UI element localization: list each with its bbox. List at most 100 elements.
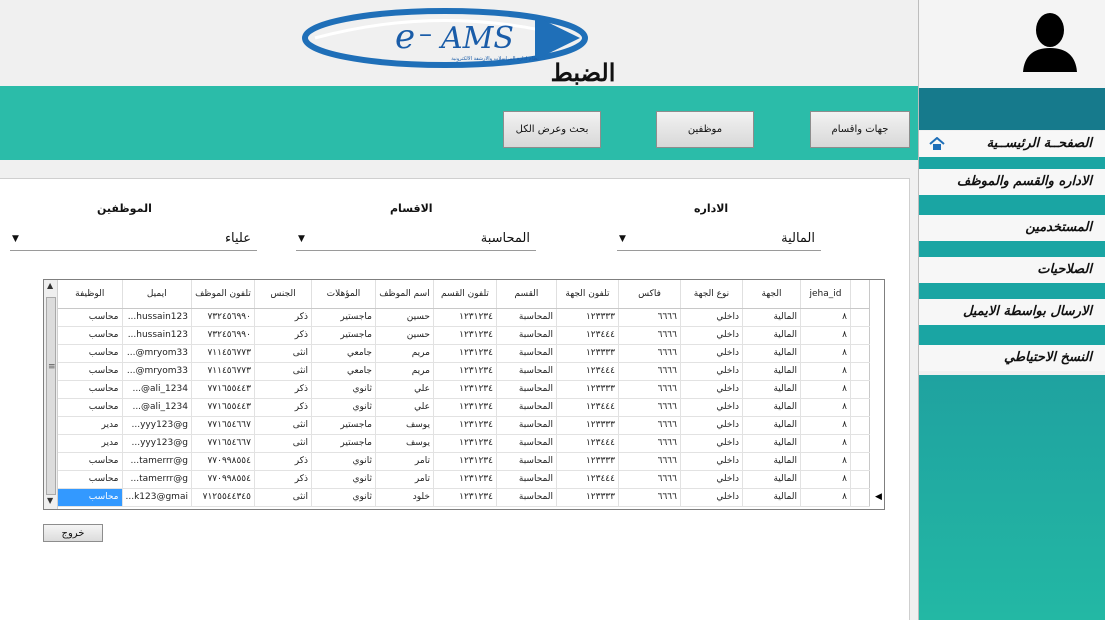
row-header[interactable] (850, 470, 870, 489)
row-header[interactable] (850, 488, 870, 507)
row-header[interactable] (850, 362, 870, 381)
column-header[interactable]: فاكس (618, 280, 681, 309)
table-cell[interactable]: مريم (375, 362, 434, 381)
table-cell[interactable]: داخلي (680, 362, 743, 381)
chevron-down-icon[interactable]: ▼ (298, 234, 305, 244)
table-cell[interactable]: ٨ (800, 362, 851, 381)
sections-combo[interactable]: المحاسبة ▼ (296, 229, 536, 251)
table-cell[interactable]: ١٢٣٣٣٣ (556, 380, 619, 399)
table-cell[interactable]: انثى (254, 362, 312, 381)
table-cell[interactable]: ١٢٣٣٣٣ (556, 344, 619, 363)
table-cell[interactable]: ماجستير (311, 416, 376, 435)
search-all-button[interactable]: بحث وعرض الكل (503, 111, 601, 148)
table-cell[interactable]: ثانوي (311, 452, 376, 471)
table-cell[interactable]: المالية (742, 452, 801, 471)
table-cell[interactable]: ...yyy123@g (122, 416, 192, 435)
scroll-thumb[interactable] (46, 297, 56, 495)
row-header[interactable] (850, 398, 870, 417)
table-cell[interactable]: ١٢٣١٢٣٤ (433, 470, 497, 489)
scroll-down-icon[interactable]: ▼ (47, 496, 53, 505)
table-row[interactable]: محاسب ...tamerrr@g ٧٧٠٩٩٨٥٥٤ ذكر ثانوي تامر ١٢… (58, 452, 870, 471)
table-cell[interactable]: ٦٦٦٦ (618, 434, 681, 453)
table-cell[interactable]: المحاسبة (496, 362, 557, 381)
table-cell[interactable]: تامر (375, 452, 434, 471)
table-cell[interactable]: ٦٦٦٦ (618, 416, 681, 435)
table-cell[interactable]: ...tamerrr@g (122, 452, 192, 471)
table-cell[interactable]: ٦٦٦٦ (618, 380, 681, 399)
table-cell[interactable]: ذكر (254, 380, 312, 399)
table-cell[interactable]: ماجستير (311, 434, 376, 453)
table-cell[interactable]: ٨ (800, 470, 851, 489)
table-cell[interactable]: المالية (742, 488, 801, 507)
table-cell[interactable]: المالية (742, 380, 801, 399)
table-cell[interactable]: ٨ (800, 326, 851, 345)
admin-combo[interactable]: المالية ▼ (617, 229, 821, 251)
table-cell[interactable]: ٧٣٢٤٥٦٩٩٠ (191, 308, 255, 327)
table-cell[interactable]: ١٢٣٤٤٤ (556, 398, 619, 417)
table-cell[interactable]: ٧٧٠٩٩٨٥٥٤ (191, 452, 255, 471)
sidebar-item-permissions[interactable]: الصلاحيات (919, 257, 1105, 283)
scroll-up-icon[interactable]: ▲ (47, 281, 53, 290)
table-cell[interactable]: المحاسبة (496, 398, 557, 417)
table-cell[interactable]: ٨ (800, 434, 851, 453)
table-cell[interactable]: ١٢٣١٢٣٤ (433, 344, 497, 363)
table-cell[interactable]: المحاسبة (496, 416, 557, 435)
table-cell[interactable]: ٧٧١٦٥٥٤٤٣ (191, 380, 255, 399)
table-cell[interactable]: داخلي (680, 344, 743, 363)
table-cell[interactable]: ذكر (254, 326, 312, 345)
sidebar-item-users[interactable]: المستخدمين (919, 215, 1105, 241)
table-cell[interactable]: محاسب (58, 380, 123, 399)
column-header[interactable]: اسم الموظف (375, 280, 434, 309)
table-cell[interactable]: ذكر (254, 398, 312, 417)
table-cell[interactable]: محاسب (58, 470, 123, 489)
row-header[interactable] (850, 344, 870, 363)
table-cell[interactable]: ...@ali_1234 (122, 380, 192, 399)
table-cell[interactable]: ١٢٣١٢٣٤ (433, 362, 497, 381)
table-cell[interactable]: يوسف (375, 416, 434, 435)
table-cell[interactable]: ١٢٣٤٤٤ (556, 326, 619, 345)
row-header[interactable] (850, 326, 870, 345)
table-cell[interactable]: ٨ (800, 416, 851, 435)
table-cell[interactable]: ١٢٣١٢٣٤ (433, 434, 497, 453)
column-header[interactable]: الجهة (742, 280, 801, 309)
table-cell[interactable]: المالية (742, 434, 801, 453)
table-cell[interactable]: ماجستير (311, 326, 376, 345)
table-cell[interactable]: محاسب (58, 398, 123, 417)
chevron-down-icon[interactable]: ▼ (619, 234, 626, 244)
table-cell[interactable]: ...@mryom33 (122, 344, 192, 363)
table-cell[interactable]: انثى (254, 434, 312, 453)
table-cell[interactable]: ...tamerrr@g (122, 470, 192, 489)
table-cell[interactable]: انثى (254, 488, 312, 507)
table-cell[interactable]: يوسف (375, 434, 434, 453)
table-row[interactable]: محاسب ...@ali_1234 ٧٧١٦٥٥٤٤٣ ذكر ثانوي علي ١٢٣… (58, 398, 870, 417)
table-cell[interactable]: ٦٦٦٦ (618, 308, 681, 327)
table-cell[interactable]: ثانوي (311, 488, 376, 507)
table-cell[interactable]: ٧٧١٦٥٤٦٦٧ (191, 416, 255, 435)
table-cell[interactable]: انثى (254, 344, 312, 363)
table-cell[interactable]: داخلي (680, 416, 743, 435)
table-cell[interactable]: محاسب (58, 326, 123, 345)
column-header[interactable]: القسم (496, 280, 557, 309)
table-cell[interactable]: ١٢٣١٢٣٤ (433, 398, 497, 417)
row-header[interactable] (850, 452, 870, 471)
table-cell[interactable]: ٧١١٤٥٦٧٧٣ (191, 362, 255, 381)
table-cell[interactable]: محاسب (58, 452, 123, 471)
table-cell[interactable]: داخلي (680, 434, 743, 453)
table-cell[interactable]: ...hussain123 (122, 308, 192, 327)
table-cell[interactable]: ٨ (800, 398, 851, 417)
table-cell[interactable]: ٨ (800, 344, 851, 363)
table-cell[interactable]: داخلي (680, 308, 743, 327)
table-cell[interactable]: ١٢٣١٢٣٤ (433, 416, 497, 435)
table-cell[interactable]: ٧١١٤٥٦٧٧٣ (191, 344, 255, 363)
table-cell[interactable]: ٦٦٦٦ (618, 488, 681, 507)
table-row[interactable]: محاسب ...hussain123 ٧٣٢٤٥٦٩٩٠ ذكر ماجستير حسي… (58, 308, 870, 327)
column-header[interactable]: نوع الجهة (680, 280, 743, 309)
column-header[interactable]: المؤهلات (311, 280, 376, 309)
row-header[interactable] (850, 434, 870, 453)
table-cell[interactable]: علي (375, 398, 434, 417)
table-cell[interactable]: داخلي (680, 470, 743, 489)
table-cell[interactable]: ثانوي (311, 398, 376, 417)
table-cell[interactable]: المحاسبة (496, 452, 557, 471)
table-cell[interactable]: المالية (742, 416, 801, 435)
column-header[interactable]: تلفون القسم (433, 280, 497, 309)
